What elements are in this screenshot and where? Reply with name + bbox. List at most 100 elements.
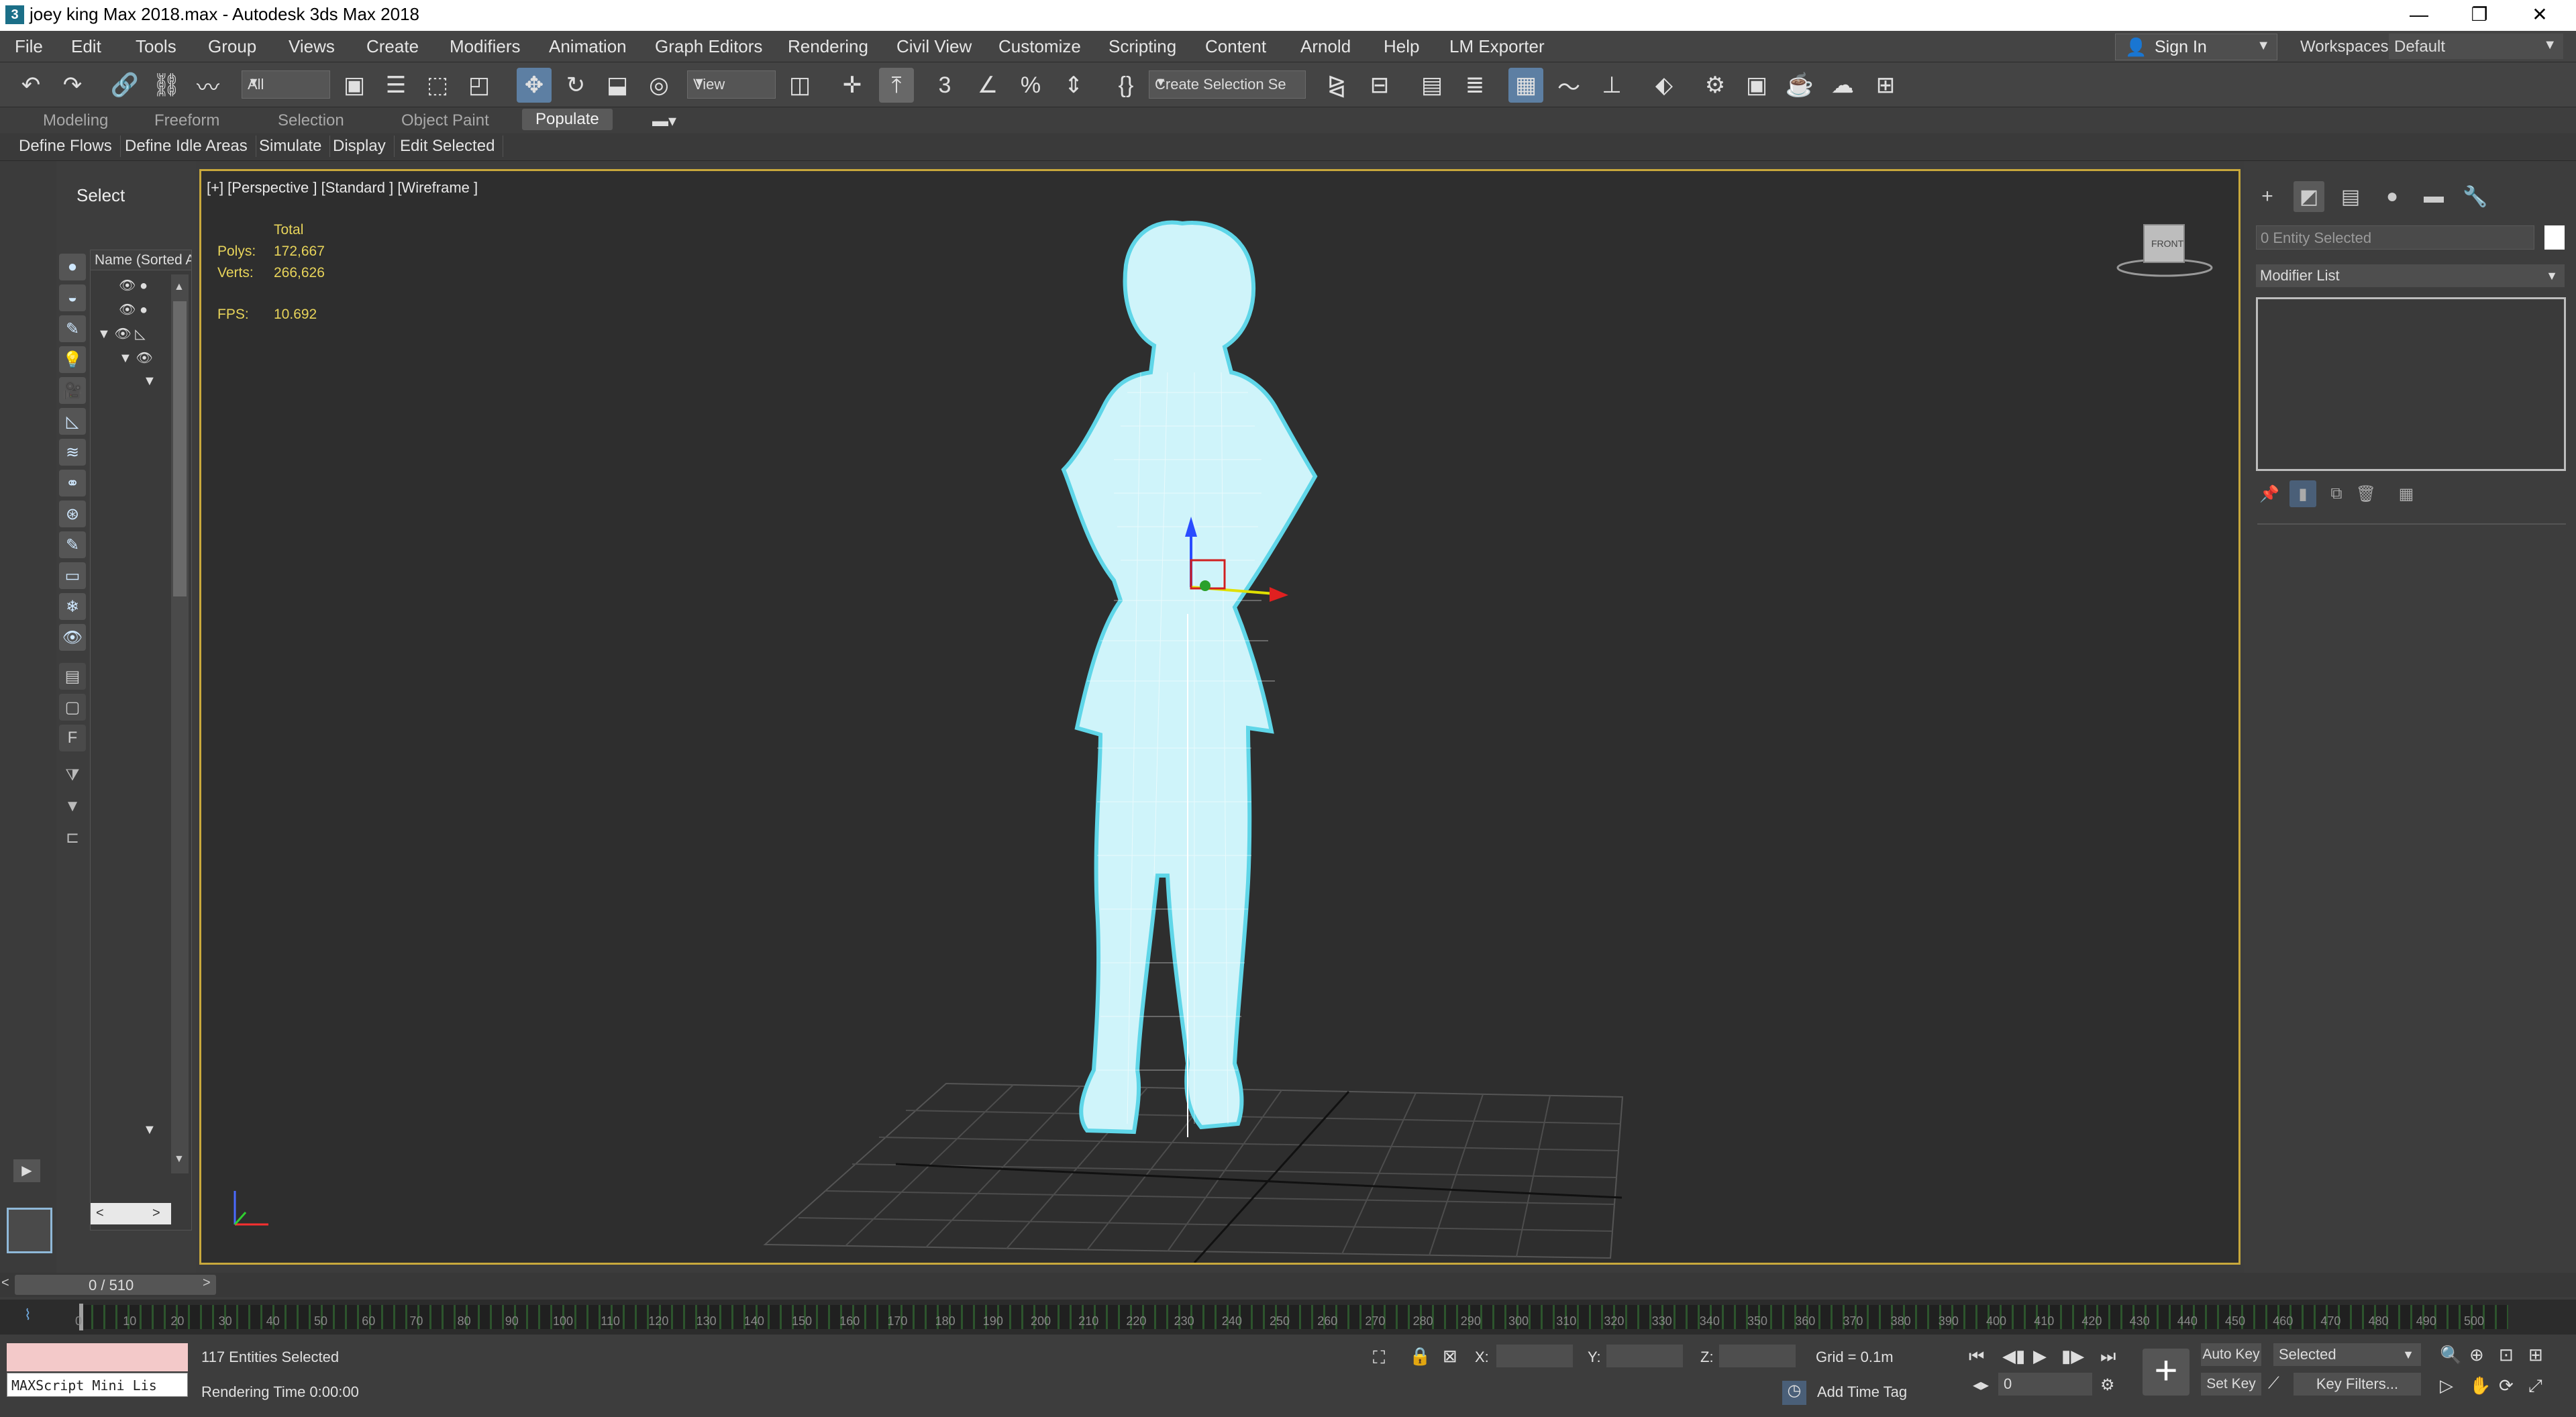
key-selection-dropdown[interactable]: Selected ▼ <box>2273 1343 2421 1366</box>
zoom-icon[interactable]: 🔍 <box>2440 1345 2461 1365</box>
restore-button[interactable]: ❐ <box>2449 0 2510 31</box>
percent-snap-icon[interactable]: % <box>1013 68 1048 103</box>
maxscript-mini-listener[interactable]: MAXScript Mini Lis <box>7 1373 188 1397</box>
make-unique-icon[interactable]: ⧉ <box>2323 480 2350 507</box>
time-tag-icon[interactable]: ◷ <box>1782 1381 1806 1405</box>
tab-populate[interactable]: Populate <box>522 109 613 130</box>
select-and-scale-icon[interactable]: ⬓ <box>600 68 635 103</box>
link-icon[interactable]: 🔗 <box>107 68 142 103</box>
display-spacewarps-icon[interactable]: ≋ <box>59 439 86 466</box>
track-bar[interactable]: ⌇ 0 10 20 30 40 50 60 70 80 90 100 110 120 130 140 150 1… <box>0 1300 2576 1334</box>
mirror-icon[interactable]: ⧎ <box>1319 68 1354 103</box>
menu-graph-editors[interactable]: Graph Editors <box>655 36 762 57</box>
set-key-button[interactable]: Set Key <box>2201 1373 2261 1396</box>
display-lights-icon[interactable]: 💡 <box>59 346 86 373</box>
display-xrefs-icon[interactable]: ⊛ <box>59 501 86 527</box>
viewcube-face-label[interactable]: FRONT <box>2151 238 2183 249</box>
toggle-ribbon-icon[interactable]: ≣ <box>1457 68 1492 103</box>
scene-explorer-icon[interactable]: ▦ <box>1508 68 1543 103</box>
pin-stack-icon[interactable]: 📌 <box>2256 480 2283 507</box>
modify-tab-icon[interactable]: ◩ <box>2294 181 2324 212</box>
scroll-left-icon[interactable]: < <box>96 1206 104 1221</box>
simulate-button[interactable]: Simulate <box>251 136 331 157</box>
manipulate-icon[interactable]: ✛ <box>835 68 870 103</box>
scroll-up-icon[interactable]: ▲ <box>174 281 185 293</box>
z-coord-field[interactable] <box>1719 1345 1796 1367</box>
workspace-dropdown[interactable]: Default ▼ <box>2389 34 2563 59</box>
default-in-out-tangents-icon[interactable]: ⟋ <box>2268 1374 2279 1393</box>
next-frame-icon[interactable]: > <box>203 1275 211 1291</box>
select-and-rotate-icon[interactable]: ↻ <box>558 68 593 103</box>
redo-icon[interactable]: ↷ <box>55 68 90 103</box>
layer-explorer-icon[interactable]: ▤ <box>1414 68 1449 103</box>
selection-name-field[interactable]: 0 Entity Selected <box>2256 225 2534 250</box>
menu-animation[interactable]: Animation <box>549 36 627 57</box>
define-idle-areas-button[interactable]: Define Idle Areas <box>117 136 256 157</box>
motion-tab-icon[interactable]: ● <box>2377 181 2408 212</box>
select-and-place-icon[interactable]: ◎ <box>641 68 676 103</box>
keyboard-shortcut-override-icon[interactable]: ⤒ <box>879 68 914 103</box>
field-of-view-icon[interactable]: ▷ <box>2440 1375 2453 1396</box>
undo-icon[interactable]: ↶ <box>13 68 48 103</box>
absolute-mode-icon[interactable]: ⊠ <box>1443 1346 1457 1367</box>
show-end-result-icon[interactable]: ▮ <box>2289 480 2316 507</box>
object-color-swatch[interactable] <box>2544 225 2565 250</box>
scene-list-hscrollbar[interactable]: < > <box>91 1203 171 1224</box>
scene-list-scrollbar[interactable]: ▲ ▼ <box>171 274 189 1173</box>
zoom-extents-icon[interactable]: ⊡ <box>2499 1345 2514 1365</box>
create-tab-icon[interactable]: + <box>2252 181 2283 212</box>
expand-layouts-icon[interactable]: ▶ <box>13 1159 40 1182</box>
spinner-snap-icon[interactable]: ⇕ <box>1056 68 1091 103</box>
hierarchy-tab-icon[interactable]: ▤ <box>2335 181 2366 212</box>
time-configuration-icon[interactable]: ⚙ <box>2100 1375 2115 1395</box>
display-bones-icon[interactable]: ✎ <box>59 531 86 558</box>
display-all-filter-icon[interactable]: ▤ <box>59 663 86 690</box>
display-frozen-icon[interactable]: ❄ <box>59 593 86 620</box>
list-item[interactable]: 👁 ● <box>119 277 148 294</box>
orbit-icon[interactable]: ⟳ <box>2499 1375 2514 1396</box>
menu-views[interactable]: Views <box>289 36 335 57</box>
edit-selected-button[interactable]: Edit Selected <box>392 136 504 157</box>
list-item[interactable]: 👁 ● <box>119 301 148 318</box>
display-button[interactable]: Display <box>325 136 395 157</box>
schematic-view-icon[interactable]: ⊥ <box>1594 68 1629 103</box>
display-cameras-icon[interactable]: 🎥 <box>59 377 86 404</box>
ribbon-options-icon[interactable]: ▬▾ <box>652 111 676 131</box>
name-column-header[interactable]: Name (Sorted A <box>91 250 191 270</box>
menu-modifiers[interactable]: Modifiers <box>450 36 520 57</box>
set-keys-icon[interactable]: + <box>2143 1349 2189 1396</box>
next-frame-icon[interactable]: ▮▶ <box>2061 1346 2084 1367</box>
bind-space-warp-icon[interactable]: 〰 <box>191 68 225 103</box>
x-coord-field[interactable] <box>1496 1345 1573 1367</box>
invert-display-icon[interactable]: F <box>59 725 86 751</box>
tab-selection[interactable]: Selection <box>278 111 344 130</box>
angle-snap-icon[interactable]: ∠ <box>970 68 1005 103</box>
menu-edit[interactable]: Edit <box>71 36 101 57</box>
rectangular-selection-icon[interactable]: ⬚ <box>420 68 455 103</box>
zoom-extents-all-icon[interactable]: ⊞ <box>2528 1345 2543 1365</box>
render-in-cloud-icon[interactable]: ☁ <box>1825 68 1860 103</box>
auto-key-button[interactable]: Auto Key <box>2201 1343 2261 1366</box>
previous-frame-icon[interactable]: ◀▮ <box>2002 1346 2025 1367</box>
menu-group[interactable]: Group <box>208 36 256 57</box>
scroll-right-icon[interactable]: > <box>152 1206 160 1221</box>
time-slider[interactable]: 0 / 510 <box>15 1275 216 1295</box>
list-item[interactable]: ▼ 👁 ◺ <box>97 325 146 342</box>
close-button[interactable]: ✕ <box>2510 0 2570 31</box>
viewcube[interactable] <box>2116 224 2213 277</box>
funnel-icon[interactable]: ▼ <box>59 793 86 820</box>
pivot-center-icon[interactable]: ◫ <box>782 68 817 103</box>
display-groups-icon[interactable]: ⚭ <box>59 470 86 496</box>
menu-file[interactable]: File <box>15 36 43 57</box>
curve-editor-icon[interactable]: 〜 <box>1551 68 1586 103</box>
display-hidden-icon[interactable]: 👁 <box>59 624 86 651</box>
maxscript-listener-pink[interactable] <box>7 1343 188 1371</box>
viewport-layout-thumbnail[interactable] <box>7 1208 52 1253</box>
go-to-end-icon[interactable]: ⏭ <box>2100 1346 2116 1367</box>
current-frame-field[interactable]: 0 <box>1998 1373 2092 1396</box>
edit-named-selection-icon[interactable]: {} <box>1109 68 1143 103</box>
add-time-tag[interactable]: Add Time Tag <box>1817 1383 1907 1401</box>
y-coord-field[interactable] <box>1606 1345 1683 1367</box>
go-to-start-icon[interactable]: ⏮ <box>1969 1346 1984 1367</box>
display-all-icon[interactable]: ● <box>59 254 86 280</box>
